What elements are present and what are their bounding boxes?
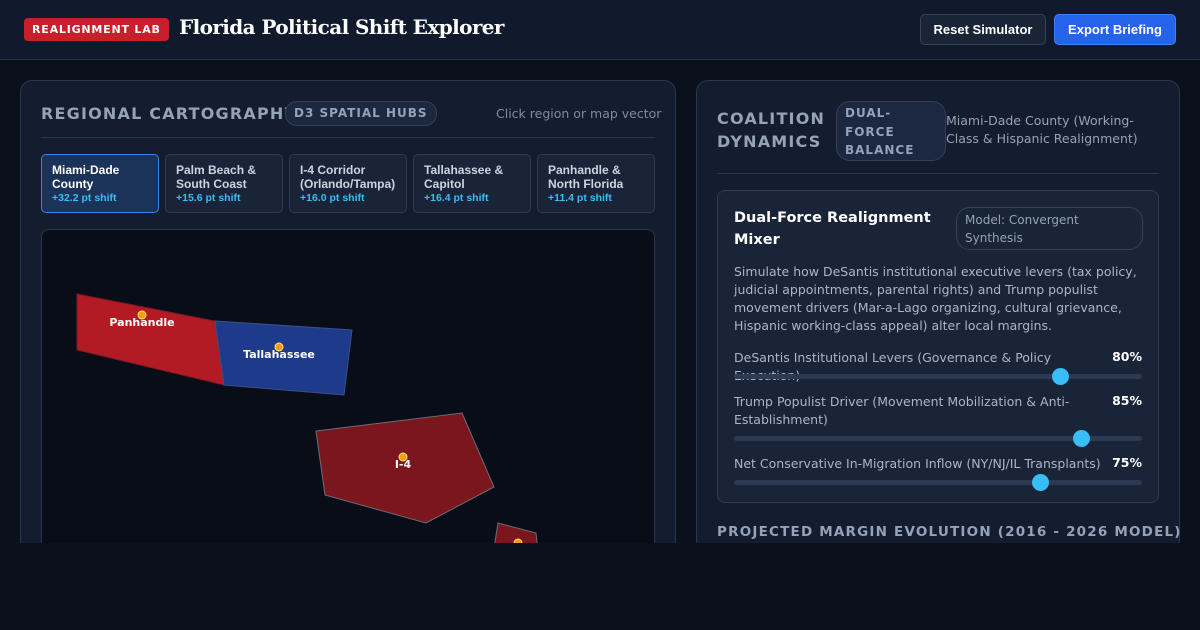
coalition-title-line: COALITION bbox=[717, 109, 826, 128]
region-tab-shift: +15.6 pt shift bbox=[176, 192, 241, 204]
slider-value-desantis: 80% bbox=[1112, 349, 1142, 364]
panhandle-region[interactable] bbox=[76, 293, 225, 386]
export-briefing-button[interactable]: Export Briefing bbox=[1054, 14, 1176, 45]
cartography-divider bbox=[41, 137, 655, 138]
florida-region-map[interactable]: Panhandle Tallahassee I-4 bbox=[41, 229, 655, 543]
pill-line: DUAL- bbox=[845, 106, 892, 120]
selected-region-context: Miami-Dade County (Working-Class & Hispa… bbox=[946, 113, 1138, 146]
region-tab-tallahassee[interactable]: Tallahassee & Capitol +16.4 pt shift bbox=[413, 154, 531, 213]
desantis-levers-slider[interactable] bbox=[734, 368, 1142, 385]
dual-force-pill: DUAL- FORCE BALANCE bbox=[836, 101, 946, 161]
mixer-title: Dual-Force Realignment Mixer bbox=[734, 210, 931, 248]
region-tab-i4-corridor[interactable]: I-4 Corridor (Orlando/Tampa) +16.0 pt sh… bbox=[289, 154, 407, 213]
slider-label-migration: Net Conservative In-Migration Inflow (NY… bbox=[734, 456, 1101, 471]
spatial-hubs-pill: D3 SPATIAL HUBS bbox=[285, 101, 437, 126]
projection-section-title: PROJECTED MARGIN EVOLUTION (2016 - 2026 … bbox=[717, 524, 1182, 540]
pill-line: BALANCE bbox=[845, 143, 915, 157]
region-tab-palm-beach[interactable]: Palm Beach & South Coast +15.6 pt shift bbox=[165, 154, 283, 213]
in-migration-slider[interactable] bbox=[734, 474, 1142, 491]
region-tab-shift: +16.4 pt shift bbox=[424, 192, 489, 204]
region-tab-name: Panhandle & North Florida bbox=[548, 163, 624, 191]
i4-map-label: I-4 bbox=[395, 458, 412, 471]
brand-badge: REALIGNMENT LAB bbox=[24, 18, 169, 41]
region-tab-panhandle[interactable]: Panhandle & North Florida +11.4 pt shift bbox=[537, 154, 655, 213]
slider-value-migration: 75% bbox=[1112, 455, 1142, 470]
coalition-divider bbox=[717, 173, 1159, 174]
coalition-dynamics-panel: COALITION DYNAMICS DUAL- FORCE BALANCE M… bbox=[696, 80, 1180, 543]
slider-value-trump: 85% bbox=[1112, 393, 1142, 408]
migration-slider-thumb[interactable] bbox=[1032, 474, 1049, 491]
south-coast-hub-marker[interactable] bbox=[513, 538, 523, 543]
pill-line: FORCE bbox=[845, 124, 895, 139]
coalition-title: COALITION DYNAMICS bbox=[717, 107, 825, 153]
region-tab-miami-dade[interactable]: Miami-Dade County +32.2 pt shift bbox=[41, 154, 159, 213]
cartography-title: REGIONAL CARTOGRAPHY bbox=[41, 104, 298, 123]
trump-populist-slider[interactable] bbox=[734, 430, 1142, 447]
app-title: Florida Political Shift Explorer bbox=[179, 15, 504, 39]
region-tab-shift: +11.4 pt shift bbox=[548, 192, 612, 204]
region-tab-shift: +32.2 pt shift bbox=[52, 192, 117, 204]
slider-label-trump: Trump Populist Driver (Movement Mobiliza… bbox=[734, 394, 1070, 427]
reset-simulator-button[interactable]: Reset Simulator bbox=[920, 14, 1046, 45]
region-tab-name: Tallahassee & Capitol bbox=[424, 163, 504, 191]
map-hint: Click region or map vector bbox=[496, 106, 662, 121]
panhandle-map-label: Panhandle bbox=[109, 316, 174, 329]
map-canvas: Panhandle Tallahassee I-4 bbox=[76, 293, 538, 543]
region-tab-name: Palm Beach & South Coast bbox=[176, 163, 257, 191]
coalition-title-line: DYNAMICS bbox=[717, 132, 822, 151]
trump-slider-thumb[interactable] bbox=[1072, 430, 1090, 447]
region-tab-name: I-4 Corridor (Orlando/Tampa) bbox=[300, 163, 396, 191]
model-badge: Model: Convergent Synthesis bbox=[956, 207, 1143, 250]
region-tab-shift: +16.0 pt shift bbox=[300, 192, 365, 204]
realignment-mixer-card: Dual-Force Realignment Mixer Model: Conv… bbox=[717, 190, 1159, 503]
main-viewport: REGIONAL CARTOGRAPHY D3 SPATIAL HUBS Cli… bbox=[0, 60, 1200, 543]
regional-cartography-panel: REGIONAL CARTOGRAPHY D3 SPATIAL HUBS Cli… bbox=[20, 80, 676, 543]
mixer-description: Simulate how DeSantis institutional exec… bbox=[734, 264, 1137, 333]
region-tab-name: Miami-Dade County bbox=[52, 163, 120, 191]
top-bar: REALIGNMENT LAB Florida Political Shift … bbox=[0, 0, 1200, 60]
tallahassee-map-label: Tallahassee bbox=[243, 348, 315, 361]
